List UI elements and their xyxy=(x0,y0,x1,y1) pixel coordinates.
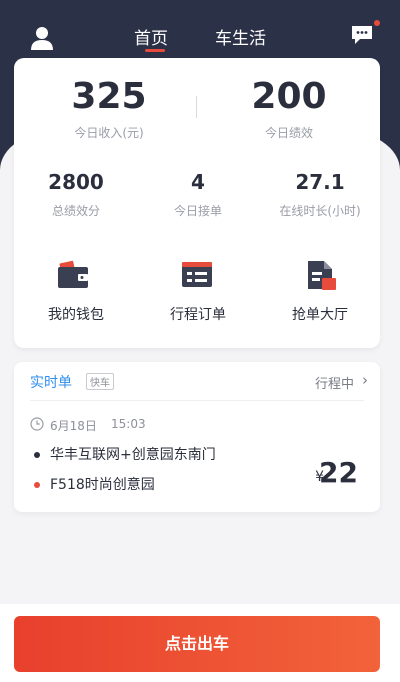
order-price: 22 xyxy=(319,456,358,489)
message-button[interactable] xyxy=(350,24,376,46)
order-tag: 快车 xyxy=(86,373,114,390)
performance-label: 今日绩效 xyxy=(264,126,313,140)
income-label: 今日收入(元) xyxy=(74,126,144,140)
grab-order-icon xyxy=(308,261,336,290)
end-dot xyxy=(34,482,40,488)
wallet-label[interactable]: 我的钱包 xyxy=(16,304,136,324)
performance-value: 200 xyxy=(251,76,327,117)
order-time: 15:03 xyxy=(111,417,146,431)
top-tabs: 首页 车生活 xyxy=(0,18,400,58)
clock-icon xyxy=(30,417,44,431)
order-hall-button[interactable] xyxy=(300,258,340,292)
start-address: 华丰互联网+创意园东南门 xyxy=(50,447,216,463)
total-score-label: 总绩效分 xyxy=(51,204,100,218)
order-date: 6月18日 xyxy=(50,419,97,433)
tab-car-life[interactable]: 车生活 xyxy=(215,24,266,49)
end-address: F518时尚创意园 xyxy=(50,477,155,493)
start-dot xyxy=(34,452,40,458)
order-hall-label[interactable]: 抢单大厅 xyxy=(260,304,380,324)
trip-orders-button[interactable] xyxy=(177,258,217,292)
wallet-icon xyxy=(58,260,88,288)
trip-orders-label[interactable]: 行程订单 xyxy=(138,304,258,324)
tab-home[interactable]: 首页 xyxy=(134,24,168,49)
divider xyxy=(30,400,364,401)
chevron-right-icon[interactable]: › xyxy=(362,371,368,389)
order-type: 实时单 xyxy=(30,375,72,391)
income-value: 325 xyxy=(71,76,147,117)
message-badge xyxy=(374,20,380,26)
total-score-value: 2800 xyxy=(48,170,104,194)
trip-order-icon xyxy=(182,262,212,287)
stats-card: 325 今日收入(元) 200 今日绩效 2800 总绩效分 4 今日接单 27… xyxy=(14,58,380,348)
divider xyxy=(196,96,197,118)
orders-today-value: 4 xyxy=(191,170,205,194)
message-icon xyxy=(352,26,372,44)
order-status[interactable]: 行程中 xyxy=(315,373,354,392)
online-hours-label: 在线时长(小时) xyxy=(279,204,361,218)
online-hours-value: 27.1 xyxy=(295,170,345,194)
start-driving-button[interactable]: 点击出车 xyxy=(14,616,380,672)
orders-today-label: 今日接单 xyxy=(173,204,222,218)
active-tab-indicator xyxy=(145,49,165,52)
current-order-card[interactable]: 实时单 快车 行程中 › 6月18日 15:03 华丰互联网+创意园东南门 F5… xyxy=(14,362,380,512)
wallet-button[interactable] xyxy=(54,258,94,292)
